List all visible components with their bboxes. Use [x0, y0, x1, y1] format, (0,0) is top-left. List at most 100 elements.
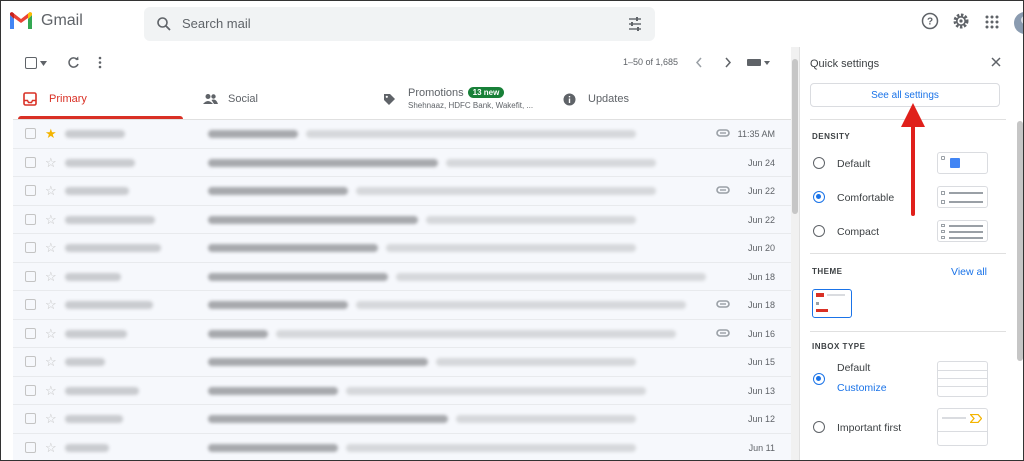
- email-row[interactable]: ☆ Jun 13: [13, 376, 791, 405]
- mail-toolbar: 1–50 of 1,685: [1, 47, 791, 77]
- star-icon[interactable]: ☆: [45, 383, 57, 399]
- email-checkbox[interactable]: [25, 384, 36, 396]
- email-checkbox[interactable]: [25, 156, 36, 168]
- star-icon[interactable]: ☆: [45, 297, 57, 313]
- prev-page-icon[interactable]: [695, 57, 703, 68]
- star-icon[interactable]: ★: [45, 126, 57, 142]
- star-icon[interactable]: ☆: [45, 411, 57, 427]
- divider: [810, 253, 1006, 254]
- preview-line: [938, 370, 987, 371]
- tab-updates[interactable]: Updates: [563, 79, 733, 119]
- email-row[interactable]: ☆ Jun 12: [13, 405, 791, 434]
- tab-primary[interactable]: Primary: [18, 79, 193, 119]
- email-checkbox[interactable]: [25, 413, 36, 424]
- inbox-default-preview[interactable]: [937, 361, 988, 397]
- email-sender-redacted: [65, 272, 121, 281]
- more-vert-icon[interactable]: [97, 56, 103, 69]
- density-comfortable-label[interactable]: Comfortable: [837, 192, 894, 204]
- star-icon[interactable]: ☆: [45, 354, 57, 370]
- star-icon[interactable]: ☆: [45, 155, 57, 171]
- preview-line: [949, 201, 983, 203]
- see-all-settings-button[interactable]: See all settings: [810, 83, 1000, 107]
- email-row[interactable]: ☆ Jun 24: [13, 148, 791, 177]
- star-icon[interactable]: ☆: [45, 326, 57, 342]
- pagination-text: 1–50 of 1,685: [623, 57, 679, 67]
- email-row[interactable]: ☆ Jun 22: [13, 177, 791, 206]
- density-default-label[interactable]: Default: [837, 158, 870, 170]
- important-marker-icon: [970, 414, 982, 423]
- attachment-icon: [716, 328, 730, 337]
- theme-view-all-link[interactable]: View all: [951, 266, 987, 278]
- refresh-icon[interactable]: [67, 56, 80, 69]
- density-compact-preview[interactable]: [937, 220, 988, 242]
- search-input[interactable]: Search mail: [182, 16, 251, 31]
- promotions-title-row: Promotions 13 new: [408, 87, 533, 99]
- next-page-icon[interactable]: [724, 57, 732, 68]
- email-row[interactable]: ☆ Jun 15: [13, 348, 791, 377]
- tab-promotions[interactable]: Promotions 13 new Shehnaaz, HDFC Bank, W…: [383, 79, 563, 119]
- email-row[interactable]: ☆ Jun 20: [13, 234, 791, 263]
- email-row[interactable]: ☆ Jun 22: [13, 205, 791, 234]
- new-count-badge: 13 new: [467, 87, 505, 98]
- email-snippet-redacted: [436, 358, 636, 366]
- email-checkbox[interactable]: [25, 441, 36, 453]
- app-name: Gmail: [41, 12, 83, 29]
- preview-line: [949, 237, 983, 239]
- email-checkbox[interactable]: [25, 327, 36, 339]
- settings-gear-icon[interactable]: [952, 12, 970, 30]
- select-dropdown-icon[interactable]: [40, 61, 47, 66]
- email-checkbox[interactable]: [25, 299, 36, 310]
- inbox-type-heading: INBOX TYPE: [812, 342, 866, 351]
- density-default-radio[interactable]: [813, 157, 825, 169]
- input-tools-keyboard-icon[interactable]: [747, 59, 771, 67]
- inbox-default-radio[interactable]: [813, 373, 825, 385]
- star-icon[interactable]: ☆: [45, 212, 57, 228]
- inbox-default-label[interactable]: Default: [837, 362, 870, 374]
- email-row[interactable]: ☆ Jun 18: [13, 262, 791, 291]
- tab-label-social: Social: [228, 93, 258, 105]
- quick-settings-scrollbar-thumb[interactable]: [1017, 121, 1023, 361]
- star-icon[interactable]: ☆: [45, 440, 57, 456]
- tab-social[interactable]: Social: [203, 79, 373, 119]
- email-snippet-redacted: [276, 329, 676, 338]
- email-checkbox[interactable]: [25, 242, 36, 253]
- apps-grid-icon[interactable]: [985, 15, 999, 29]
- density-default-preview[interactable]: [937, 152, 988, 174]
- density-compact-label[interactable]: Compact: [837, 226, 879, 238]
- email-row[interactable]: ★ 11:35 AM: [13, 120, 791, 149]
- help-icon[interactable]: ?: [921, 12, 939, 30]
- search-bar[interactable]: Search mail: [144, 7, 655, 41]
- star-icon[interactable]: ☆: [45, 240, 57, 256]
- quick-settings-panel: Quick settings See all settings DENSITY …: [799, 47, 1023, 460]
- customize-link[interactable]: Customize: [837, 382, 887, 394]
- tab-label-promotions: Promotions: [408, 86, 464, 99]
- email-row[interactable]: ☆ Jun 16: [13, 319, 791, 348]
- email-row[interactable]: ☆ Jun 18: [13, 291, 791, 320]
- email-checkbox[interactable]: [25, 270, 36, 282]
- email-checkbox[interactable]: [25, 185, 36, 196]
- density-comfortable-radio[interactable]: [813, 191, 825, 203]
- search-icon[interactable]: [156, 16, 172, 32]
- email-subject-redacted: [208, 187, 348, 195]
- star-icon[interactable]: ☆: [45, 269, 57, 285]
- density-compact-radio[interactable]: [813, 225, 825, 237]
- inbox-important-first-label[interactable]: Important first: [837, 422, 901, 434]
- inbox-important-first-radio[interactable]: [813, 421, 825, 433]
- density-comfortable-preview[interactable]: [937, 186, 988, 208]
- account-avatar[interactable]: [1013, 11, 1024, 35]
- email-snippet-redacted: [346, 443, 636, 452]
- email-row[interactable]: ☆ Jun 11: [13, 433, 791, 460]
- email-checkbox[interactable]: [25, 356, 36, 367]
- gmail-logo[interactable]: Gmail: [9, 12, 83, 30]
- select-all-checkbox[interactable]: [25, 57, 37, 69]
- email-subject-redacted: [208, 272, 388, 281]
- inbox-important-first-preview[interactable]: [937, 408, 988, 446]
- inbox-scrollbar-thumb[interactable]: [792, 59, 798, 214]
- email-checkbox[interactable]: [25, 213, 36, 225]
- tag-icon: [384, 93, 395, 105]
- search-options-icon[interactable]: [627, 16, 643, 32]
- star-icon[interactable]: ☆: [45, 183, 57, 199]
- email-checkbox[interactable]: [25, 128, 36, 139]
- close-icon[interactable]: [991, 57, 1001, 67]
- theme-preview[interactable]: [812, 289, 852, 318]
